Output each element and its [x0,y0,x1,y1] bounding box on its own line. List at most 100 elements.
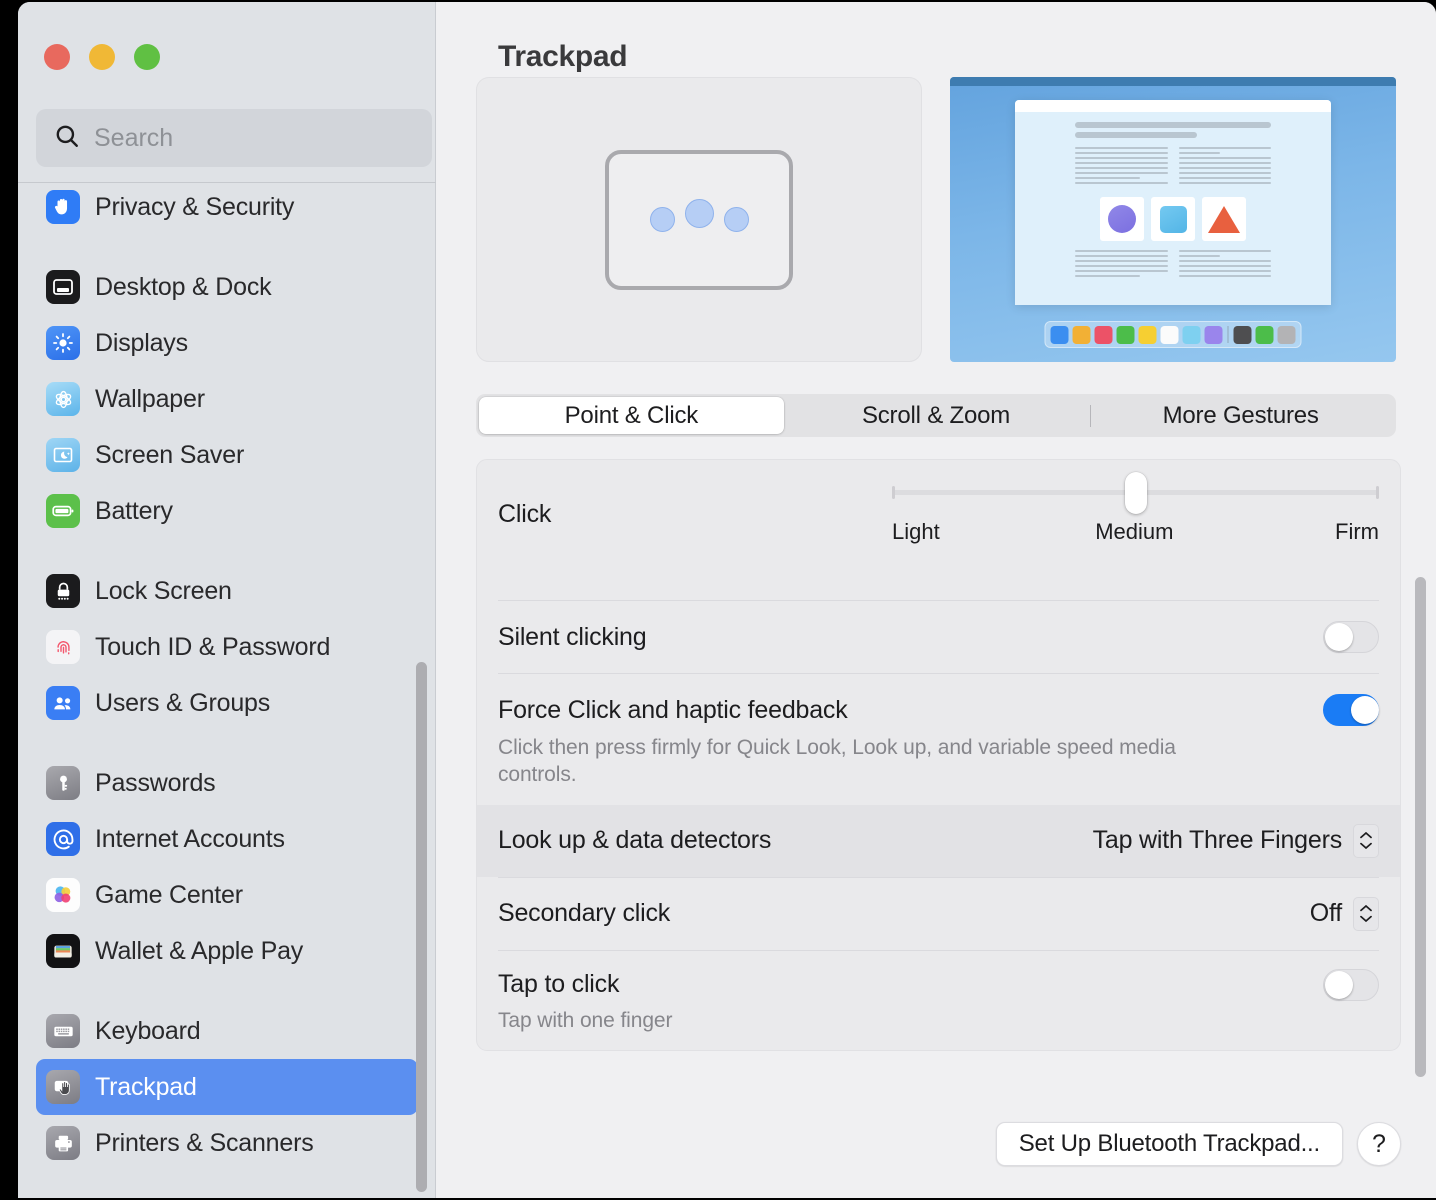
gesture-preview-animation [950,77,1396,362]
search-icon [54,123,80,154]
tab-more-gestures[interactable]: More Gestures [1088,397,1393,434]
slider-track[interactable] [892,490,1379,495]
finger-dot-icon [650,207,675,232]
sidebar-item-privacy-security[interactable]: Privacy & Security [36,183,418,235]
preview-column [1075,250,1168,280]
preview-headline [1075,132,1197,138]
illustration-row [476,77,1396,362]
sidebar-item-battery[interactable]: Battery [36,483,418,539]
keyboard-icon [46,1014,80,1048]
setting-label-click: Click [498,486,551,529]
setting-label-secondary-click: Secondary click [498,899,670,928]
preview-document-window [1015,100,1331,305]
settings-scroll-area[interactable]: Click Light Medium Firm [476,450,1401,1080]
triangle-shape-icon [1208,206,1240,233]
minimize-button[interactable] [89,44,115,70]
sidebar-group-spacer [18,979,436,1003]
content-scrollbar[interactable] [1415,577,1426,1077]
preview-dock [1045,321,1302,348]
sidebar-group-spacer [18,731,436,755]
tab-scroll-and-zoom[interactable]: Scroll & Zoom [784,397,1089,434]
sidebar-scrollbar[interactable] [416,662,427,1192]
sidebar-item-passwords[interactable]: Passwords [36,755,418,811]
close-button[interactable] [44,44,70,70]
trackpad-illustration [476,77,922,362]
sidebar-item-wallpaper[interactable]: Wallpaper [36,371,418,427]
set-up-bluetooth-trackpad-button[interactable]: Set Up Bluetooth Trackpad... [996,1122,1343,1166]
main-content: Trackpad [436,2,1436,1198]
sidebar-item-touch-id[interactable]: Touch ID & Password [36,619,418,675]
slider-label-firm: Firm [1335,519,1379,545]
game-center-bubbles-icon [46,878,80,912]
padlock-icon [46,574,80,608]
two-people-icon [46,686,80,720]
silent-clicking-toggle[interactable] [1323,621,1379,653]
setting-row-click: Click Light Medium Firm [477,460,1400,600]
sidebar-item-keyboard[interactable]: Keyboard [36,1003,418,1059]
slider-thumb[interactable] [1125,472,1147,514]
setting-label-tap-to-click: Tap to click [498,970,619,999]
dock-icon [1205,326,1223,344]
sidebar-group: Lock Screen [18,563,436,731]
sidebar-item-label: Privacy & Security [95,193,294,222]
dock-icon [1073,326,1091,344]
dock-icon [1278,326,1296,344]
sidebar-item-desktop-dock[interactable]: Desktop & Dock [36,259,418,315]
sidebar-item-users-groups[interactable]: Users & Groups [36,675,418,731]
click-pressure-slider[interactable]: Light Medium Firm [892,486,1379,545]
sidebar-item-label: Battery [95,497,173,526]
tap-to-click-toggle[interactable] [1323,969,1379,1001]
tab-bar: Point & Click Scroll & Zoom More Gesture… [476,394,1396,437]
tab-point-and-click[interactable]: Point & Click [479,397,784,434]
finger-dot-icon [724,207,749,232]
sidebar-item-displays[interactable]: Displays [36,315,418,371]
sidebar-item-printers-scanners[interactable]: Printers & Scanners [36,1115,418,1171]
fingerprint-icon [46,630,80,664]
sidebar-item-label: Trackpad [95,1073,197,1102]
chevron-up-down-icon[interactable] [1353,824,1379,858]
zoom-button[interactable] [134,44,160,70]
page-title: Trackpad [498,40,627,74]
sidebar-item-label: Desktop & Dock [95,273,271,302]
setting-description-tap-to-click: Tap with one finger [498,1007,1198,1050]
setting-row-look-up[interactable]: Look up & data detectors Tap with Three … [477,805,1400,877]
sidebar-item-game-center[interactable]: Game Center [36,867,418,923]
preview-window-titlebar [1015,100,1331,112]
preview-card-triangle [1202,197,1246,241]
sidebar-group-spacer [18,539,436,563]
at-sign-icon [46,822,80,856]
square-shape-icon [1160,206,1187,233]
preview-headline [1075,122,1271,128]
setting-row-secondary-click[interactable]: Secondary click Off [477,878,1400,950]
key-icon [46,766,80,800]
sidebar-item-label: Wallet & Apple Pay [95,937,303,966]
slider-tick [892,486,895,499]
force-click-toggle[interactable] [1323,694,1379,726]
flower-pattern-icon [46,382,80,416]
look-up-popup-value: Tap with Three Fingers [1093,826,1342,855]
dock-icon [1234,326,1252,344]
system-settings-window: Privacy & Security Desktop & Dock [18,2,1436,1198]
search-input[interactable] [94,124,414,153]
preview-menubar [950,77,1396,86]
setting-row-tap-to-click: Tap to click Tap with one finger [477,951,1400,1050]
sidebar-item-lock-screen[interactable]: Lock Screen [36,563,418,619]
slider-label-medium: Medium [1095,519,1173,545]
sidebar-item-screen-saver[interactable]: Screen Saver [36,427,418,483]
preview-column [1075,147,1168,187]
trackpad-shape-icon [605,150,793,290]
chevron-up-down-icon[interactable] [1353,897,1379,931]
preview-text-columns [1075,147,1271,187]
help-button[interactable]: ? [1357,1122,1401,1166]
preview-window-body [1015,112,1331,280]
sidebar-scroll-area[interactable]: Privacy & Security Desktop & Dock [18,183,436,1198]
sidebar-item-internet-accounts[interactable]: Internet Accounts [36,811,418,867]
battery-icon [46,494,80,528]
dock-icon [1051,326,1069,344]
preview-column [1179,147,1272,187]
sidebar-item-trackpad[interactable]: Trackpad [36,1059,418,1115]
finger-dot-icon [685,199,714,228]
secondary-click-popup-value: Off [1310,899,1342,928]
search-field[interactable] [36,109,432,167]
sidebar-item-wallet-apple-pay[interactable]: Wallet & Apple Pay [36,923,418,979]
